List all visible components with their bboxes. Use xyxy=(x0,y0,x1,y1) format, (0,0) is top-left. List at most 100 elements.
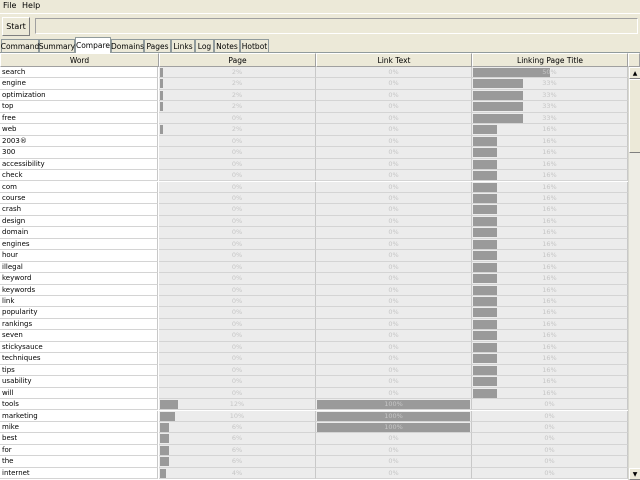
table-row[interactable]: web 2% 0% 16% xyxy=(0,124,628,136)
table-row[interactable]: 2003® 0% 0% 16% xyxy=(0,135,628,148)
column-header-page[interactable]: Page xyxy=(159,53,316,67)
table-row[interactable]: keywords 0% 0% 16% xyxy=(0,284,628,296)
word-cell: top xyxy=(0,101,158,113)
table-row[interactable]: marketing 10% 100% 0% xyxy=(0,410,628,422)
percent-label: 0% xyxy=(231,251,243,260)
tab-pages[interactable]: Pages xyxy=(144,39,171,53)
tab-command[interactable]: Command xyxy=(1,39,39,53)
word-cell: best xyxy=(0,433,158,445)
link-text-cell: 0% xyxy=(316,444,472,457)
table-row[interactable]: top 2% 0% 33% xyxy=(0,101,628,113)
percent-label: 33% xyxy=(542,113,557,122)
linking-page-title-cell: 16% xyxy=(472,273,628,285)
table-row[interactable]: techniques 0% 0% 16% xyxy=(0,353,628,365)
table-row[interactable]: for 6% 0% 0% xyxy=(0,444,628,457)
percent-label: 0% xyxy=(388,308,399,317)
percent-label: 16% xyxy=(542,228,557,237)
table-row[interactable]: best 6% 0% 0% xyxy=(0,433,628,445)
menu-file[interactable]: File xyxy=(3,1,16,10)
word-cell: tips xyxy=(0,364,158,377)
page-cell: 0% xyxy=(159,250,316,262)
link-text-cell: 100% xyxy=(316,410,472,422)
percent-label: 6% xyxy=(231,422,243,431)
link-text-cell: 0% xyxy=(316,364,472,377)
table-row[interactable]: tips 0% 0% 16% xyxy=(0,364,628,377)
table-row[interactable]: course 0% 0% 16% xyxy=(0,192,628,205)
table-row[interactable]: free 0% 0% 33% xyxy=(0,112,628,125)
tab-links[interactable]: Links xyxy=(171,39,195,53)
table-row[interactable]: seven 0% 0% 16% xyxy=(0,330,628,342)
table-row[interactable]: mike 6% 100% 0% xyxy=(0,421,628,434)
link-text-cell: 0% xyxy=(316,273,472,285)
table-row[interactable]: the 6% 0% 0% xyxy=(0,456,628,468)
tab-compare[interactable]: Compare xyxy=(75,37,111,53)
percent-label: 0% xyxy=(388,228,399,237)
table-row[interactable]: popularity 0% 0% 16% xyxy=(0,307,628,319)
table-row[interactable]: domain 0% 0% 16% xyxy=(0,227,628,239)
percent-label: 0% xyxy=(231,182,243,191)
scroll-thumb[interactable] xyxy=(629,79,640,153)
link-text-cell: 0% xyxy=(316,112,472,125)
table-row[interactable]: internet 4% 0% 0% xyxy=(0,467,628,480)
table-row[interactable]: keyword 0% 0% 16% xyxy=(0,273,628,285)
table-row[interactable]: check 0% 0% 16% xyxy=(0,170,628,182)
tab-domains[interactable]: Domains xyxy=(111,39,144,53)
scroll-up-arrow-icon[interactable]: ▲ xyxy=(629,67,640,79)
percent-label: 16% xyxy=(542,297,557,305)
tab-summary[interactable]: Summary xyxy=(39,39,75,53)
column-header-link-text[interactable]: Link Text xyxy=(316,53,472,67)
percent-label: 0% xyxy=(388,68,399,76)
tab-notes[interactable]: Notes xyxy=(214,39,240,53)
table-row[interactable]: usability 0% 0% 16% xyxy=(0,376,628,388)
linking-page-title-cell: 16% xyxy=(472,158,628,171)
word-cell: design xyxy=(0,215,158,228)
percent-label: 12% xyxy=(229,400,245,409)
table-row[interactable]: design 0% 0% 16% xyxy=(0,215,628,228)
percent-label: 33% xyxy=(542,102,557,111)
percent-label: 0% xyxy=(388,90,399,99)
percent-label: 16% xyxy=(542,171,557,180)
column-header-linking-page-title[interactable]: Linking Page Title xyxy=(472,53,628,67)
tab-hotbot[interactable]: Hotbot xyxy=(240,39,269,53)
page-cell: 0% xyxy=(159,135,316,148)
percent-label: 16% xyxy=(542,159,557,168)
table-row[interactable]: hour 0% 0% 16% xyxy=(0,250,628,262)
page-cell: 0% xyxy=(159,387,316,400)
url-field[interactable] xyxy=(35,18,638,34)
menu-help[interactable]: Help xyxy=(22,1,40,10)
link-text-cell: 0% xyxy=(316,261,472,274)
table-row[interactable]: 300 0% 0% 16% xyxy=(0,147,628,159)
scroll-down-arrow-icon[interactable]: ▼ xyxy=(629,468,640,480)
word-cell: keyword xyxy=(0,273,158,285)
percent-label: 0% xyxy=(231,262,243,271)
table-row[interactable]: engines 0% 0% 16% xyxy=(0,238,628,251)
page-cell: 0% xyxy=(159,158,316,171)
percent-label: 0% xyxy=(388,136,399,145)
percent-label: 0% xyxy=(388,365,399,374)
tab-log[interactable]: Log xyxy=(195,39,214,53)
table-row[interactable]: link 0% 0% 16% xyxy=(0,296,628,308)
table-row[interactable]: will 0% 0% 16% xyxy=(0,387,628,400)
table-row[interactable]: stickysauce 0% 0% 16% xyxy=(0,341,628,354)
table-row[interactable]: com 0% 0% 16% xyxy=(0,181,628,193)
column-header-word[interactable]: Word xyxy=(0,53,159,67)
table-row[interactable]: accessibility 0% 0% 16% xyxy=(0,158,628,171)
link-text-cell: 0% xyxy=(316,387,472,400)
percent-label: 0% xyxy=(388,331,399,340)
table-row[interactable]: tools 12% 100% 0% xyxy=(0,399,628,411)
start-button[interactable]: Start xyxy=(2,17,30,36)
word-cell: course xyxy=(0,192,158,205)
table-row[interactable]: search 2% 0% 50% xyxy=(0,67,628,79)
percent-label: 16% xyxy=(542,285,557,294)
table-row[interactable]: engine 2% 0% 33% xyxy=(0,78,628,90)
percent-label: 33% xyxy=(542,90,557,99)
percent-label: 0% xyxy=(231,216,243,225)
table-row[interactable]: illegal 0% 0% 16% xyxy=(0,261,628,274)
link-text-cell: 0% xyxy=(316,181,472,193)
word-cell: will xyxy=(0,387,158,400)
table-row[interactable]: rankings 0% 0% 16% xyxy=(0,318,628,331)
word-cell: web xyxy=(0,124,158,136)
table-row[interactable]: crash 0% 0% 16% xyxy=(0,204,628,216)
vertical-scrollbar[interactable]: ▲ ▼ xyxy=(628,67,640,480)
table-row[interactable]: optimization 2% 0% 33% xyxy=(0,89,628,102)
